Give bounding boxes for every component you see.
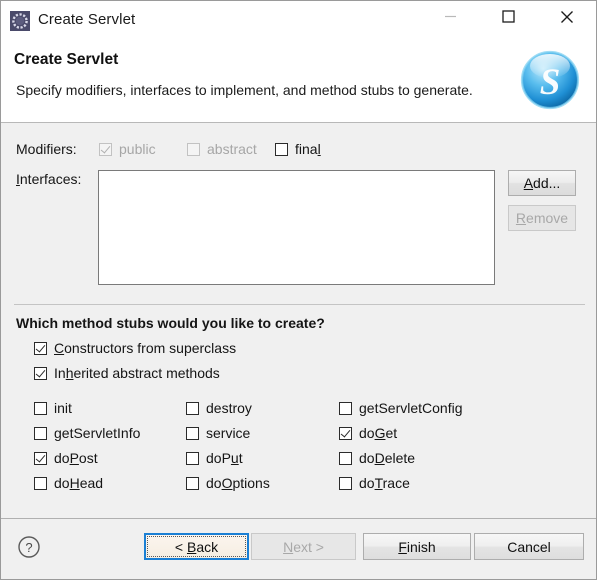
checkbox-box [186, 476, 199, 490]
method-dooptions-checkbox[interactable]: doOptions [186, 475, 270, 491]
modifier-final-checkbox[interactable]: final [275, 141, 321, 157]
modifier-public-label: public [119, 141, 156, 157]
close-button[interactable] [544, 1, 590, 32]
method-getservletconfig-checkbox[interactable]: getServletConfig [339, 400, 463, 416]
next-button: Next > [251, 533, 356, 560]
page-description: Specify modifiers, interfaces to impleme… [16, 82, 473, 98]
method-service-label: service [206, 425, 251, 441]
checkbox-box [275, 142, 288, 156]
method-stubs-question: Which method stubs would you like to cre… [16, 315, 325, 331]
modifier-public-checkbox[interactable]: public [99, 141, 156, 157]
checkbox-box [34, 341, 47, 355]
minimize-icon [444, 15, 456, 18]
create-servlet-dialog: Create Servlet Create Servlet Specify mo… [0, 0, 597, 580]
method-doget-checkbox[interactable]: doGet [339, 425, 397, 441]
wizard-header: Create Servlet Specify modifiers, interf… [1, 39, 596, 123]
window-title: Create Servlet [38, 11, 136, 28]
maximize-icon [501, 10, 515, 23]
checkbox-box [99, 142, 112, 156]
method-dopost-checkbox[interactable]: doPost [34, 450, 98, 466]
help-icon[interactable]: ? [17, 535, 41, 559]
cancel-button[interactable]: Cancel [474, 533, 584, 560]
checkbox-box [34, 401, 47, 415]
checkbox-box [186, 401, 199, 415]
section-divider [14, 304, 585, 305]
method-dohead-label: doHead [54, 475, 104, 491]
method-doput-label: doPut [206, 450, 243, 466]
method-service-checkbox[interactable]: service [186, 425, 250, 441]
modifier-final-label: final [295, 141, 321, 157]
remove-button-label: Remove [515, 210, 569, 226]
checkbox-box [186, 426, 199, 440]
eclipse-servlet-icon [10, 11, 30, 31]
method-dopost-label: doPost [54, 450, 98, 466]
method-init-label: init [54, 400, 72, 416]
finish-button-label: Finish [398, 538, 436, 555]
inherited-abstract-methods-label: Inherited abstract methods [54, 365, 220, 381]
back-button[interactable]: < Back [144, 533, 249, 560]
minimize-button[interactable] [427, 1, 473, 32]
method-doget-label: doGet [359, 425, 398, 441]
svg-text:?: ? [25, 540, 32, 555]
checkbox-box [339, 401, 352, 415]
checkbox-box [34, 426, 47, 440]
method-getservletinfo-checkbox[interactable]: getServletInfo [34, 425, 140, 441]
method-getservletinfo-label: getServletInfo [54, 425, 141, 441]
checkbox-box [187, 142, 200, 156]
method-destroy-checkbox[interactable]: destroy [186, 400, 252, 416]
checkbox-box [339, 476, 352, 490]
finish-button[interactable]: Finish [363, 533, 471, 560]
maximize-button[interactable] [485, 1, 531, 32]
method-dotrace-checkbox[interactable]: doTrace [339, 475, 410, 491]
inherited-abstract-methods-checkbox[interactable]: Inherited abstract methods [34, 365, 220, 381]
method-doput-checkbox[interactable]: doPut [186, 450, 243, 466]
method-dodelete-label: doDelete [359, 450, 416, 466]
method-dohead-checkbox[interactable]: doHead [34, 475, 103, 491]
close-icon [561, 10, 573, 23]
svg-text:S: S [540, 62, 561, 103]
cancel-button-label: Cancel [507, 538, 551, 555]
remove-interface-button: Remove [508, 205, 576, 231]
checkbox-box [34, 366, 47, 380]
method-dooptions-label: doOptions [206, 475, 270, 491]
checkbox-box [339, 426, 352, 440]
servlet-s-logo: S [520, 50, 580, 110]
method-getservletconfig-label: getServletConfig [359, 400, 463, 416]
method-destroy-label: destroy [206, 400, 252, 416]
checkbox-box [186, 451, 199, 465]
method-dotrace-label: doTrace [359, 475, 410, 491]
modifier-abstract-label: abstract [207, 141, 257, 157]
method-init-checkbox[interactable]: init [34, 400, 72, 416]
dialog-body: Modifiers: public abstract final Interfa… [1, 123, 596, 518]
page-title: Create Servlet [14, 51, 119, 68]
modifier-abstract-checkbox[interactable]: abstract [187, 141, 257, 157]
back-button-label: < Back [174, 538, 219, 555]
interfaces-list[interactable] [98, 170, 495, 285]
checkbox-box [339, 451, 352, 465]
constructors-from-superclass-label: Constructors from superclass [54, 340, 237, 356]
checkbox-box [34, 451, 47, 465]
add-button-label: Add... [523, 175, 561, 191]
next-button-label: Next > [283, 538, 324, 555]
checkbox-box [34, 476, 47, 490]
interfaces-label: Interfaces: [16, 171, 82, 187]
title-bar: Create Servlet [1, 1, 596, 39]
method-dodelete-checkbox[interactable]: doDelete [339, 450, 415, 466]
constructors-from-superclass-checkbox[interactable]: Constructors from superclass [34, 340, 236, 356]
add-interface-button[interactable]: Add... [508, 170, 576, 196]
modifiers-label: Modifiers: [16, 141, 77, 157]
